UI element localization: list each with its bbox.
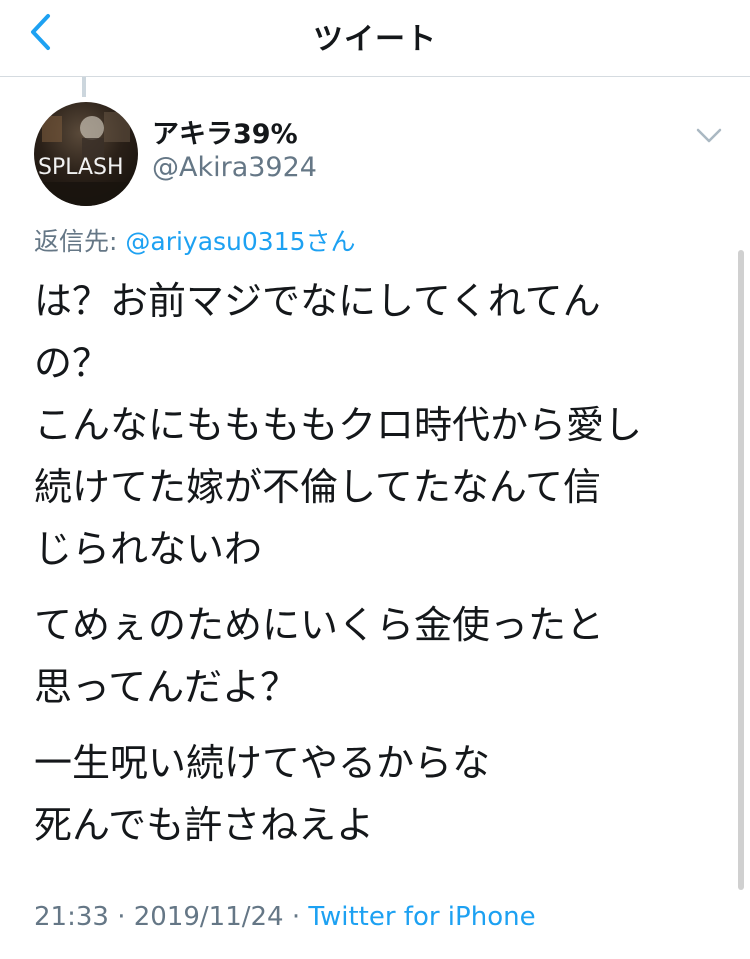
avatar-photo bbox=[34, 112, 138, 206]
tweet-text-line: の？ bbox=[34, 341, 111, 385]
tweet-body: は？お前マジでなにしてくれてん の？ こんなにももももクロ時代から愛し 続けてた… bbox=[34, 270, 714, 870]
tweet-text-line: じられないわ bbox=[34, 527, 263, 571]
page-title: ツイート bbox=[313, 22, 437, 57]
meta-separator: · bbox=[108, 902, 134, 932]
tweet-time: 21:33 bbox=[34, 902, 109, 932]
thread-connector-line bbox=[82, 77, 86, 97]
tweet-paragraph: 一生呪い続けてやるからな 死んでも許さねえよ bbox=[34, 732, 714, 856]
tweet-date: 2019/11/24 bbox=[133, 902, 284, 932]
reply-to-line: 返信先: @ariyasu0315さん bbox=[34, 222, 356, 258]
tweet-paragraph: は？お前マジでなにしてくれてん の？ こんなにももももクロ時代から愛し 続けてた… bbox=[34, 270, 714, 580]
display-name[interactable]: アキラ39% bbox=[152, 112, 298, 151]
tweet-text-line: 一生呪い続けてやるからな bbox=[34, 741, 491, 785]
scrollbar[interactable] bbox=[738, 250, 744, 890]
nav-bar: ツイート bbox=[0, 0, 750, 77]
reply-to-label: 返信先: bbox=[34, 227, 126, 256]
tweet-options-button[interactable] bbox=[694, 122, 724, 148]
user-handle[interactable]: @Akira3924 bbox=[152, 152, 317, 183]
tweet-paragraph: てめぇのためにいくら金使ったと 思ってんだよ？ bbox=[34, 594, 714, 718]
tweet-meta: 21:33 · 2019/11/24 · Twitter for iPhone bbox=[34, 902, 536, 932]
tweet-text-line: 続けてた嫁が不倫してたなんて信 bbox=[34, 465, 601, 509]
avatar-label: SPLASH bbox=[38, 155, 124, 180]
meta-separator: · bbox=[283, 902, 309, 932]
tweet-text-line: てめぇのためにいくら金使ったと bbox=[34, 603, 605, 647]
tweet-text-line: こんなにももももクロ時代から愛し bbox=[34, 403, 643, 447]
tweet-text-line: 思ってんだよ？ bbox=[34, 665, 299, 709]
tweet-text-line: は？お前マジでなにしてくれてん bbox=[34, 279, 601, 323]
tweet-source-link[interactable]: Twitter for iPhone bbox=[308, 902, 535, 932]
chevron-down-icon bbox=[696, 128, 722, 143]
reply-mention-link[interactable]: @ariyasu0315さん bbox=[125, 227, 355, 256]
avatar[interactable]: SPLASH bbox=[34, 102, 138, 206]
tweet-text-line: 死んでも許さねえよ bbox=[34, 803, 375, 847]
